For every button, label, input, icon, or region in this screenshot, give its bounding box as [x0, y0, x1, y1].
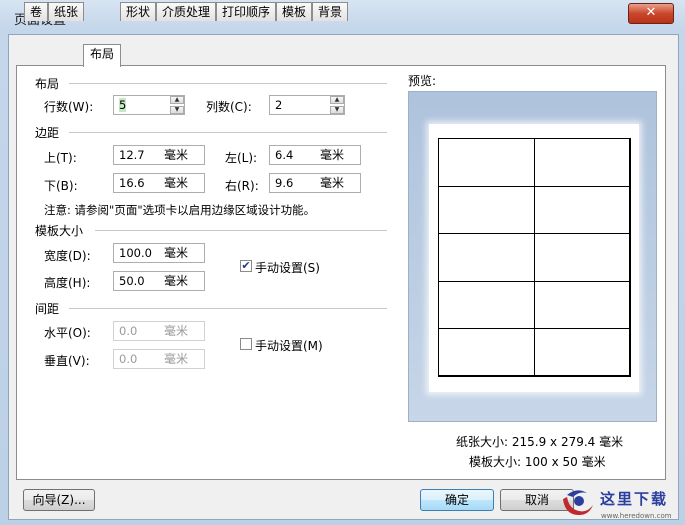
wizard-button[interactable]: 向导(Z)...	[23, 489, 95, 511]
unit-label: 毫米	[320, 176, 345, 190]
manual-size-label[interactable]: 手动设置(S)	[255, 259, 320, 276]
rows-value: 5	[119, 98, 127, 112]
margin-right-value: 9.6	[275, 176, 294, 190]
margin-right-label: 右(R):	[225, 179, 259, 193]
label-cell	[534, 280, 631, 330]
width-field[interactable]: 100.0 毫米	[113, 243, 205, 263]
tab-shape[interactable]: 形状	[120, 2, 156, 21]
label-cell	[438, 280, 535, 330]
ok-button[interactable]: 确定	[420, 489, 494, 511]
section-spacing-title: 间距	[35, 302, 60, 316]
unit-label: 毫米	[164, 274, 189, 288]
margin-top-field[interactable]: 12.7 毫米	[113, 145, 205, 165]
label-cell	[438, 185, 535, 235]
label-grid	[438, 138, 631, 377]
preview-pane	[408, 91, 657, 422]
margin-left-field[interactable]: 6.4 毫米	[269, 145, 361, 165]
margin-bottom-field[interactable]: 16.6 毫米	[113, 173, 205, 193]
tab-media[interactable]: 介质处理	[156, 2, 216, 21]
divider	[69, 132, 387, 133]
margin-bottom-value: 16.6	[119, 176, 145, 190]
tab-background[interactable]: 背景	[312, 2, 348, 21]
close-button[interactable]: ✕	[628, 3, 674, 24]
divider	[95, 230, 387, 231]
rows-label: 行数(W):	[44, 100, 94, 114]
vertical-spacing-value: 0.0	[119, 352, 138, 366]
margins-note: 注意: 请参阅"页面"选项卡以启用边缘区域设计功能。	[44, 203, 316, 217]
vertical-spacing-label: 垂直(V):	[44, 354, 90, 368]
unit-label: 毫米	[164, 324, 189, 338]
tab-template[interactable]: 模板	[276, 2, 312, 21]
label-cell	[438, 138, 535, 187]
section-layout-title: 布局	[35, 77, 60, 91]
cols-label: 列数(C):	[206, 100, 252, 114]
margin-right-field[interactable]: 9.6 毫米	[269, 173, 361, 193]
template-size-text: 模板大小: 100 x 50 毫米	[469, 455, 606, 469]
tab-paper[interactable]: 纸张	[48, 2, 84, 21]
label-cell	[438, 233, 535, 282]
cols-spinner[interactable]: 2 ▲ ▼	[269, 95, 345, 115]
label-cell	[534, 138, 631, 187]
unit-label: 毫米	[164, 176, 189, 190]
width-value: 100.0	[119, 246, 152, 260]
divider	[69, 83, 387, 84]
watermark-logo	[563, 490, 593, 515]
horizontal-spacing-field[interactable]: 0.0 毫米	[113, 321, 205, 341]
unit-label: 毫米	[164, 148, 189, 162]
label-cell	[534, 233, 631, 282]
manual-spacing-checkbox[interactable]	[240, 338, 252, 350]
margin-left-value: 6.4	[275, 148, 294, 162]
height-field[interactable]: 50.0 毫米	[113, 271, 205, 291]
horizontal-spacing-label: 水平(O):	[44, 326, 91, 340]
margin-bottom-label: 下(B):	[44, 179, 78, 193]
rows-decrement-button[interactable]: ▼	[170, 106, 184, 114]
section-margins-title: 边距	[35, 126, 60, 140]
label-cell	[438, 328, 535, 377]
label-cell	[534, 328, 631, 377]
manual-size-checkbox[interactable]: ✔	[240, 260, 252, 272]
watermark-url: www.heredown.com	[601, 512, 672, 520]
height-value: 50.0	[119, 274, 145, 288]
unit-label: 毫米	[320, 148, 345, 162]
manual-spacing-label[interactable]: 手动设置(M)	[255, 337, 323, 354]
watermark-text: 这里下载	[600, 490, 669, 508]
paper-preview	[429, 124, 639, 392]
margin-top-label: 上(T):	[44, 151, 77, 165]
height-label: 高度(H):	[44, 276, 91, 290]
tab-print-order[interactable]: 打印顺序	[216, 2, 276, 21]
rows-increment-button[interactable]: ▲	[170, 96, 184, 104]
divider	[69, 308, 387, 309]
paper-size-text: 纸张大小: 215.9 x 279.4 毫米	[456, 435, 624, 449]
page-setup-dialog: 页面设置 ✕ 卷 纸张 布局 形状 介质处理 打印顺序 模板 背景 布局 行数(…	[0, 0, 685, 525]
cols-value: 2	[275, 98, 283, 112]
width-label: 宽度(D):	[44, 249, 91, 263]
rows-spinner[interactable]: 5 ▲ ▼	[113, 95, 185, 115]
margin-left-label: 左(L):	[225, 151, 258, 165]
tab-layout[interactable]: 布局	[83, 44, 121, 67]
cols-increment-button[interactable]: ▲	[330, 96, 344, 104]
vertical-spacing-field[interactable]: 0.0 毫米	[113, 349, 205, 369]
tab-roll[interactable]: 卷	[24, 2, 48, 21]
margin-top-value: 12.7	[119, 148, 145, 162]
section-template-size-title: 模板大小	[35, 224, 84, 238]
cols-decrement-button[interactable]: ▼	[330, 106, 344, 114]
horizontal-spacing-value: 0.0	[119, 324, 138, 338]
unit-label: 毫米	[164, 246, 189, 260]
label-cell	[534, 185, 631, 235]
unit-label: 毫米	[164, 352, 189, 366]
preview-title: 预览:	[408, 74, 437, 88]
